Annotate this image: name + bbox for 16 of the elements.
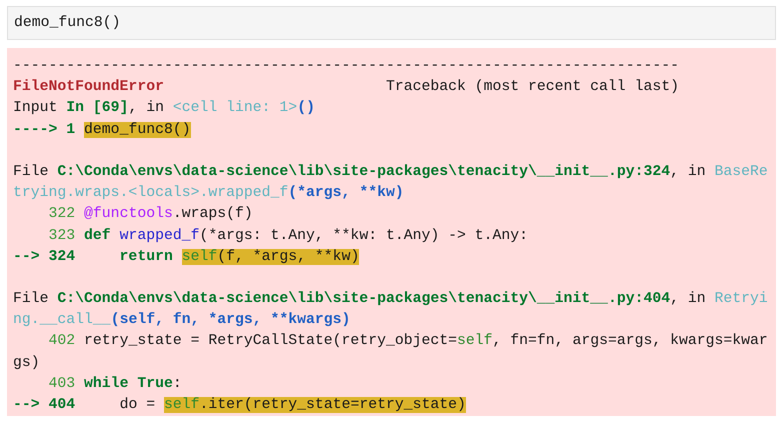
traceback-line: 323 def wrapped_f(*args: t.Any, **kw: t.Any) -> t.Any: bbox=[48, 226, 530, 246]
traceback-line: --------------------------------------------------------------------------- bbox=[13, 57, 680, 76]
traceback-line: --> 324 return self(f, *args, **kw) bbox=[13, 248, 360, 267]
code-input-cell[interactable]: demo_func8() bbox=[7, 6, 776, 40]
traceback-line: --> 404 do = self.iter(retry_state=retry_state) bbox=[13, 396, 467, 415]
traceback-line: Input In [69], in <cell line: 1>() bbox=[13, 99, 316, 118]
traceback-line: File C:\Conda\envs\data-science\lib\site-packages\tenacity\__init__.py:324, in BaseRe bbox=[13, 162, 769, 182]
traceback-line: ----> 1 demo_func8() bbox=[13, 120, 192, 140]
traceback-line: FileNotFoundError Traceback (most recent call last) bbox=[13, 78, 680, 98]
traceback-line: ng.__call__(self, fn, *args, **kwargs) bbox=[13, 311, 352, 330]
traceback-line: gs) bbox=[13, 354, 41, 373]
traceback-line: 402 retry_state = RetryCallState(retry_object=self, fn=fn, args=args, kwargs=kwar bbox=[48, 332, 769, 352]
traceback-line: trying.wraps.<locals>.wrapped_f(*args, **kw) bbox=[13, 184, 405, 204]
traceback-line: 322 @functools.wraps(f) bbox=[48, 205, 254, 224]
traceback-line: File C:\Conda\envs\data-science\lib\site-packages\tenacity\__init__.py:404, in Retryi bbox=[13, 290, 769, 310]
traceback-line: 403 while True: bbox=[48, 374, 183, 394]
